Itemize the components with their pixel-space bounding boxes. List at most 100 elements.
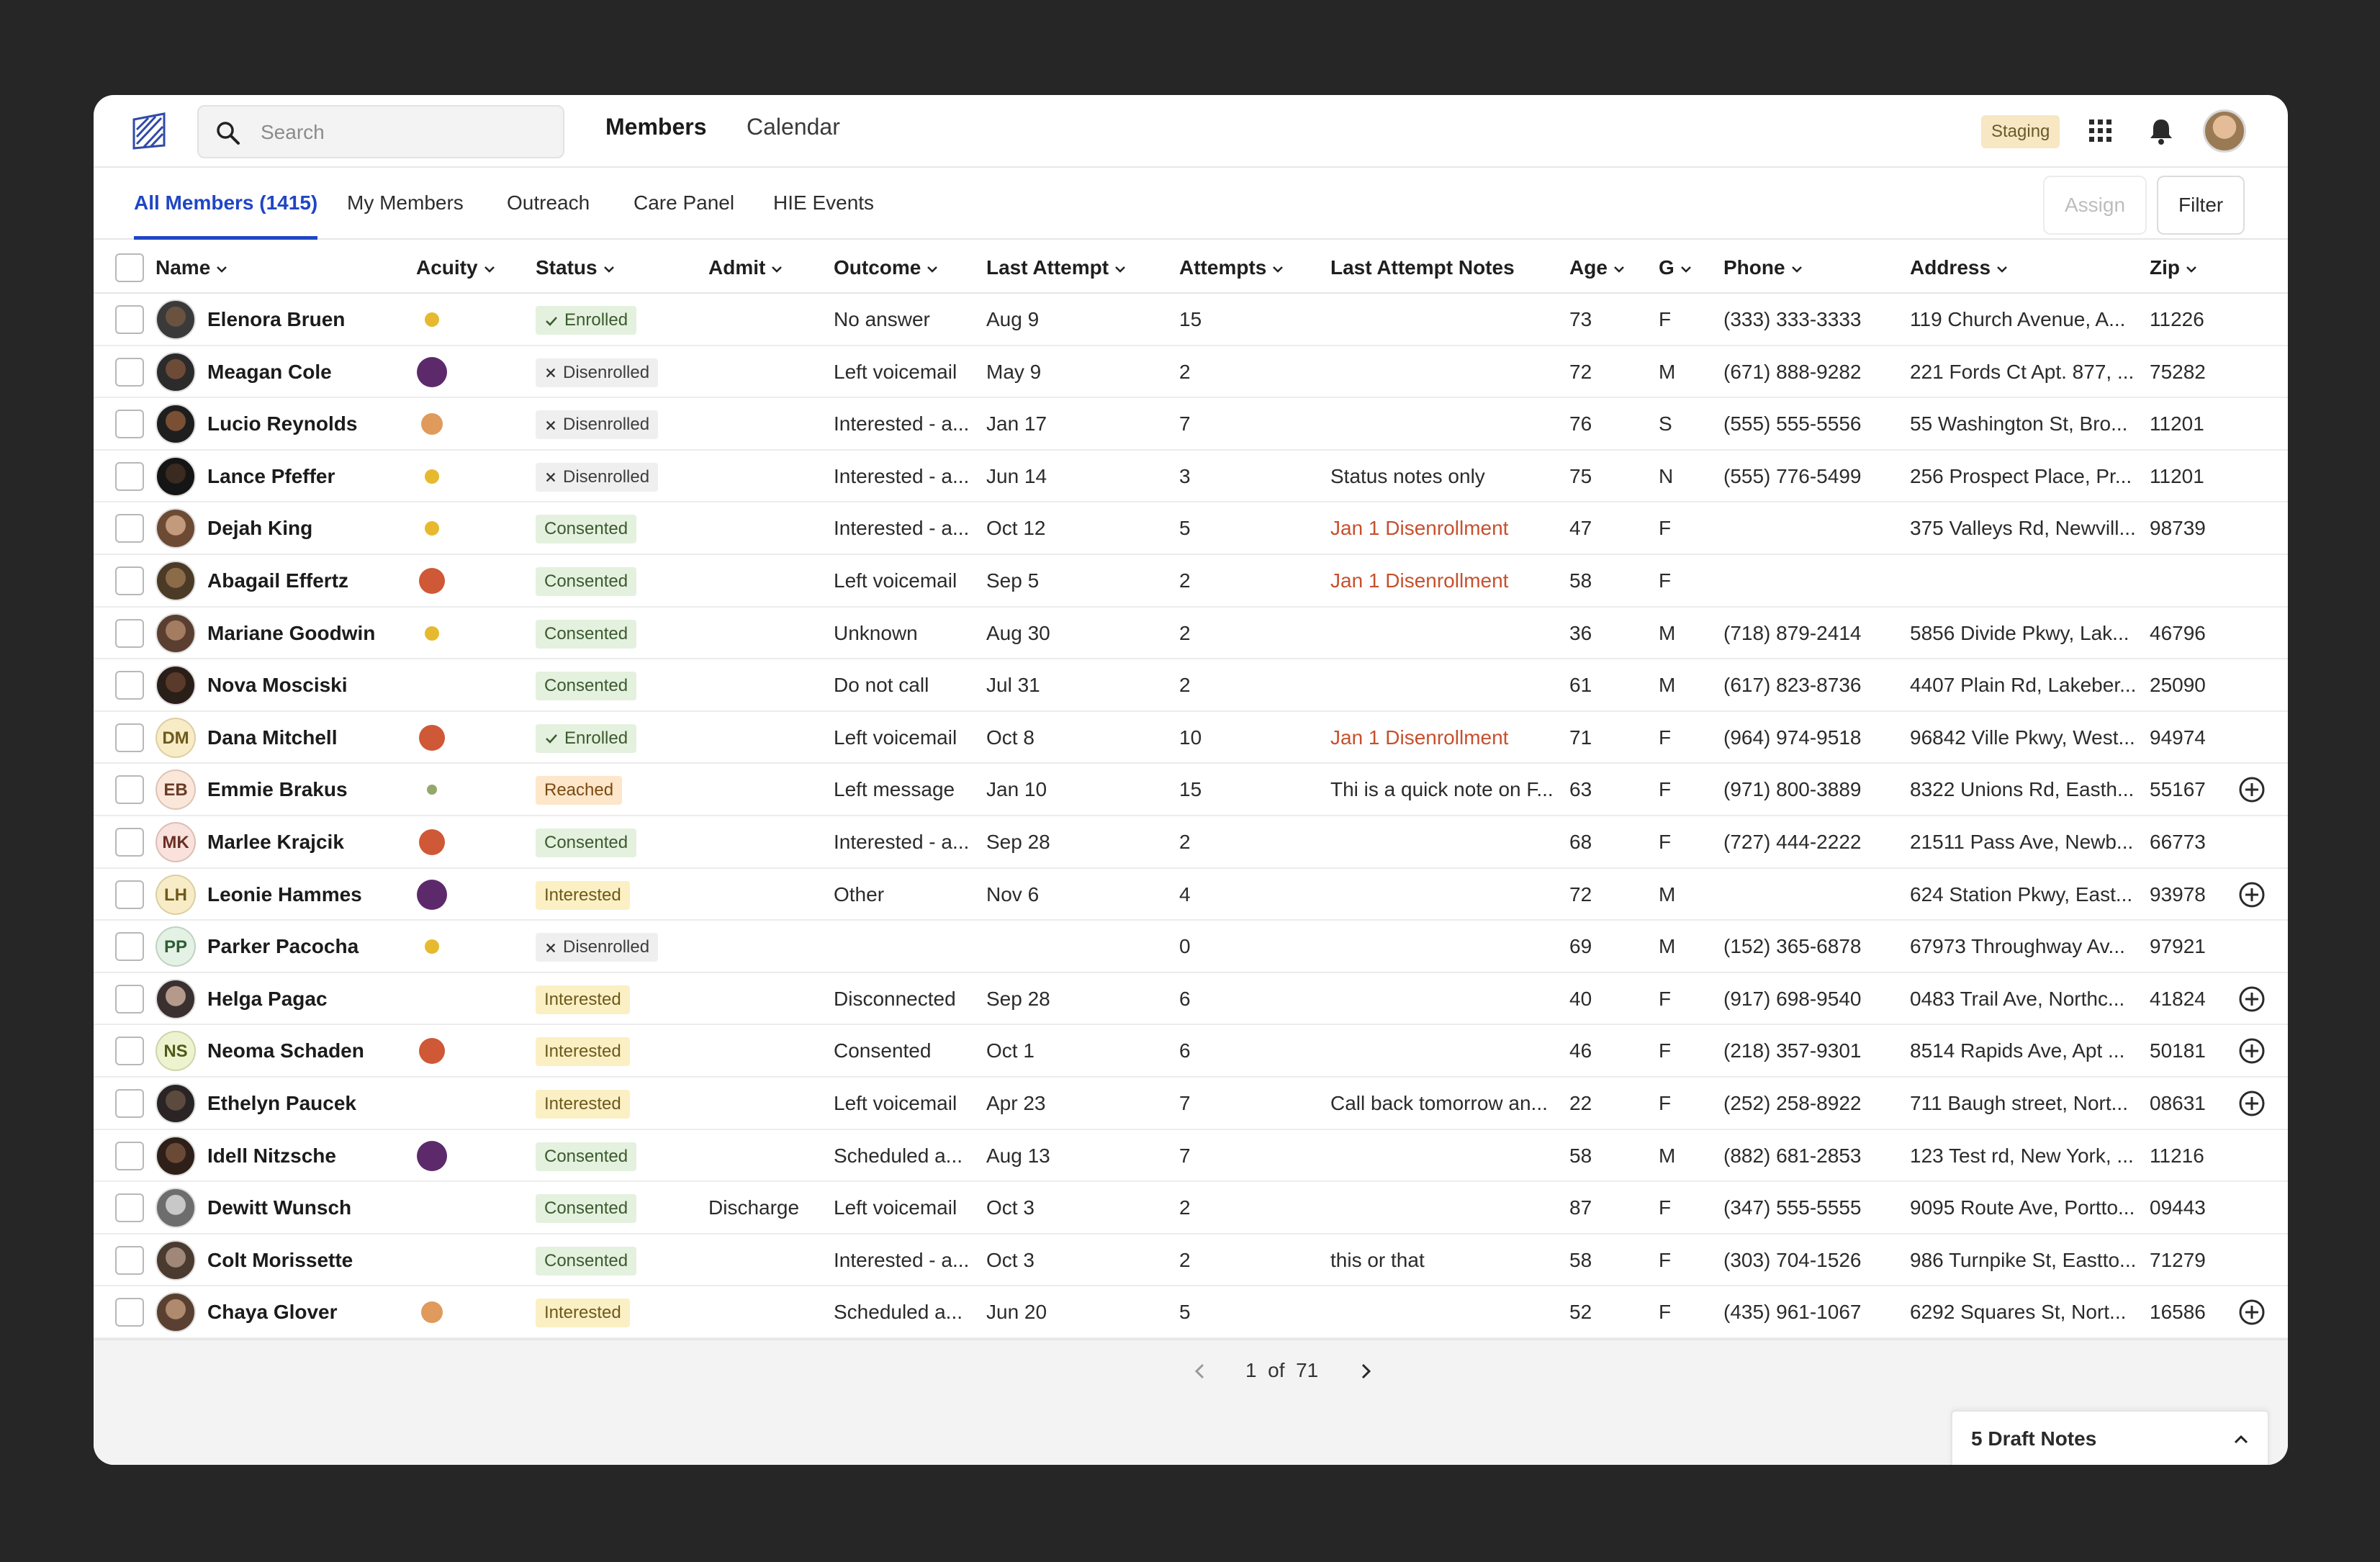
logo-icon[interactable] xyxy=(130,111,170,151)
table-row[interactable]: Lucio Reynolds Disenrolled Interested - a.… xyxy=(94,398,2288,451)
tab-my-members[interactable]: My Members xyxy=(347,168,464,238)
member-name[interactable]: Nova Mosciski xyxy=(207,659,409,711)
table-row[interactable]: MK Marlee Krajcik Consented Interested - a.… xyxy=(94,816,2288,869)
col-acuity[interactable]: Acuity xyxy=(416,242,497,294)
col-gender[interactable]: G xyxy=(1659,242,1693,294)
table-row[interactable]: Mariane Goodwin Consented Unknown Aug 30 2 36… xyxy=(94,608,2288,660)
assign-button[interactable]: Assign xyxy=(2043,176,2147,235)
member-name[interactable]: Lance Pfeffer xyxy=(207,451,409,502)
row-checkbox[interactable] xyxy=(115,1141,144,1170)
search-input[interactable] xyxy=(261,114,549,151)
col-status[interactable]: Status xyxy=(536,242,616,294)
tab-outreach[interactable]: Outreach xyxy=(507,168,590,238)
member-name[interactable]: Elenora Bruen xyxy=(207,294,409,346)
row-checkbox[interactable] xyxy=(115,775,144,805)
row-checkbox[interactable] xyxy=(115,566,144,595)
add-circle-icon[interactable] xyxy=(2237,775,2266,804)
table-row[interactable]: Helga Pagac Interested Disconnected Sep 28 6… xyxy=(94,973,2288,1026)
row-checkbox[interactable] xyxy=(115,932,144,962)
table-row[interactable]: PP Parker Pacocha Disenrolled 0 69 M (152) 365… xyxy=(94,921,2288,973)
row-checkbox[interactable] xyxy=(115,461,144,491)
member-name[interactable]: Emmie Brakus xyxy=(207,764,409,816)
table-row[interactable]: Lance Pfeffer Disenrolled Interested - a..… xyxy=(94,451,2288,503)
tab-care-panel[interactable]: Care Panel xyxy=(634,168,734,238)
row-checkbox[interactable] xyxy=(115,410,144,439)
member-name[interactable]: Dejah King xyxy=(207,502,409,554)
col-last-attempt[interactable]: Last Attempt xyxy=(986,242,1127,294)
chevron-right-icon[interactable] xyxy=(1353,1359,1378,1383)
tab-hie-events[interactable]: HIE Events xyxy=(773,168,874,238)
row-checkbox[interactable] xyxy=(115,1245,144,1275)
row-checkbox[interactable] xyxy=(115,1089,144,1118)
row-checkbox[interactable] xyxy=(115,723,144,752)
table-row[interactable]: Dejah King Consented Interested - a... Oct … xyxy=(94,502,2288,555)
chevron-up-icon[interactable] xyxy=(2230,1429,2252,1450)
search-box[interactable] xyxy=(197,105,564,158)
filter-button[interactable]: Filter xyxy=(2157,176,2245,235)
draft-notes-panel[interactable]: 5 Draft Notes xyxy=(1951,1410,2269,1465)
chevron-left-icon[interactable] xyxy=(1188,1359,1212,1383)
col-admit[interactable]: Admit xyxy=(708,242,784,294)
member-name[interactable]: Dana Mitchell xyxy=(207,712,409,764)
table-row[interactable]: LH Leonie Hammes Interested Other Nov 6 4 72 M 6… xyxy=(94,869,2288,921)
col-name[interactable]: Name xyxy=(155,242,229,294)
row-checkbox[interactable] xyxy=(115,671,144,700)
row-checkbox[interactable] xyxy=(115,984,144,1014)
table-row[interactable]: DM Dana Mitchell Enrolled Left voicemail Oct… xyxy=(94,712,2288,764)
col-address[interactable]: Address xyxy=(1910,242,2009,294)
table-row[interactable]: Elenora Bruen Enrolled No answer Aug 9 15 73 F… xyxy=(94,294,2288,346)
col-age[interactable]: Age xyxy=(1569,242,1626,294)
add-circle-icon[interactable] xyxy=(2237,880,2266,909)
row-checkbox[interactable] xyxy=(115,1037,144,1066)
table-row[interactable]: Dewitt Wunsch Consented Discharge Left voic… xyxy=(94,1182,2288,1234)
table-row[interactable]: Ethelyn Paucek Interested Left voicemail Ap… xyxy=(94,1078,2288,1130)
select-all-checkbox[interactable] xyxy=(115,253,144,282)
member-name[interactable]: Parker Pacocha xyxy=(207,921,409,972)
row-checkbox[interactable] xyxy=(115,514,144,543)
bell-icon[interactable] xyxy=(2147,117,2176,145)
table-row[interactable]: Idell Nitzsche Consented Scheduled a... Aug… xyxy=(94,1130,2288,1183)
member-name[interactable]: Abagail Effertz xyxy=(207,555,409,607)
table-row[interactable]: Chaya Glover Interested Scheduled a... Jun … xyxy=(94,1286,2288,1339)
member-name[interactable]: Helga Pagac xyxy=(207,973,409,1025)
table-row[interactable]: Meagan Cole Disenrolled Left voicemail May … xyxy=(94,346,2288,399)
member-name[interactable]: Mariane Goodwin xyxy=(207,608,409,659)
row-checkbox[interactable] xyxy=(115,618,144,648)
member-name[interactable]: Dewitt Wunsch xyxy=(207,1182,409,1234)
member-name[interactable]: Meagan Cole xyxy=(207,346,409,398)
row-checkbox[interactable] xyxy=(115,1193,144,1223)
row-checkbox[interactable] xyxy=(115,357,144,387)
col-outcome[interactable]: Outcome xyxy=(834,242,939,294)
phone-cell xyxy=(1723,869,1903,921)
col-phone[interactable]: Phone xyxy=(1723,242,1804,294)
member-name[interactable]: Ethelyn Paucek xyxy=(207,1078,409,1129)
table-row[interactable]: Abagail Effertz Consented Left voicemail Se… xyxy=(94,555,2288,608)
nav-calendar[interactable]: Calendar xyxy=(747,114,840,140)
member-name[interactable]: Lucio Reynolds xyxy=(207,398,409,450)
member-name[interactable]: Neoma Schaden xyxy=(207,1025,409,1077)
nav-members[interactable]: Members xyxy=(605,114,707,140)
member-name[interactable]: Idell Nitzsche xyxy=(207,1130,409,1182)
add-circle-icon[interactable] xyxy=(2237,1037,2266,1065)
row-checkbox[interactable] xyxy=(115,305,144,334)
row-checkbox[interactable] xyxy=(115,1298,144,1327)
col-attempts[interactable]: Attempts xyxy=(1179,242,1285,294)
member-name[interactable]: Colt Morissette xyxy=(207,1234,409,1286)
table-row[interactable]: Nova Mosciski Consented Do not call Jul 31 2… xyxy=(94,659,2288,712)
add-circle-icon[interactable] xyxy=(2237,1298,2266,1327)
member-name[interactable]: Chaya Glover xyxy=(207,1286,409,1338)
col-zip[interactable]: Zip xyxy=(2150,242,2199,294)
user-avatar[interactable] xyxy=(2203,109,2246,153)
add-circle-icon[interactable] xyxy=(2237,1089,2266,1118)
member-name[interactable]: Marlee Krajcik xyxy=(207,816,409,868)
table-row[interactable]: EB Emmie Brakus Reached Left message Jan 10 1… xyxy=(94,764,2288,816)
table-row[interactable]: Colt Morissette Consented Interested - a..… xyxy=(94,1234,2288,1287)
tab-all-members[interactable]: All Members (1415) xyxy=(134,168,318,240)
outcome-cell: Interested - a... xyxy=(834,464,970,487)
add-circle-icon[interactable] xyxy=(2237,985,2266,1014)
table-row[interactable]: NS Neoma Schaden Interested Consented Oct 1 6… xyxy=(94,1025,2288,1078)
row-checkbox[interactable] xyxy=(115,880,144,909)
apps-grid-icon[interactable] xyxy=(2088,118,2114,144)
member-name[interactable]: Leonie Hammes xyxy=(207,869,409,921)
row-checkbox[interactable] xyxy=(115,828,144,857)
